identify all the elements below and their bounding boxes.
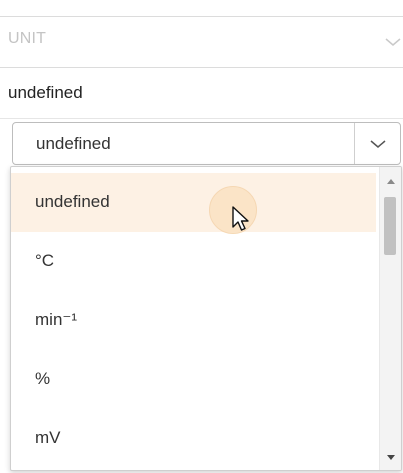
- dropdown-option[interactable]: %: [11, 350, 376, 409]
- current-unit-value: undefined: [8, 83, 83, 102]
- select-divider: [354, 123, 355, 164]
- dropdown-option-label: %: [35, 369, 51, 388]
- unit-dropdown-list: undefined °C min⁻¹ % mV: [10, 166, 402, 471]
- dropdown-scrollbar[interactable]: [379, 167, 401, 470]
- dropdown-option[interactable]: mV: [11, 409, 376, 468]
- dropdown-option[interactable]: undefined: [11, 173, 376, 235]
- current-unit-value-row: undefined: [0, 69, 403, 119]
- dropdown-option-label: °C: [35, 251, 55, 270]
- mouse-pointer-icon: [231, 205, 253, 235]
- dropdown-option[interactable]: °C: [11, 232, 376, 291]
- dropdown-option[interactable]: min⁻¹: [11, 291, 376, 350]
- dropdown-option-label: undefined: [35, 192, 110, 211]
- scrollbar-thumb[interactable]: [384, 197, 396, 255]
- dropdown-option-label: mV: [35, 428, 61, 447]
- chevron-down-icon[interactable]: [368, 134, 388, 154]
- dropdown-option-label: min⁻¹: [35, 310, 78, 329]
- unit-select-value: undefined: [36, 134, 111, 153]
- unit-field-header[interactable]: UNIT: [0, 16, 403, 68]
- unit-select-panel: UNIT undefined undefined undefined °C mi…: [0, 0, 403, 473]
- chevron-down-icon[interactable]: [383, 32, 403, 52]
- scroll-up-arrow-icon[interactable]: [385, 175, 397, 187]
- unit-field-label: UNIT: [8, 30, 47, 47]
- scroll-down-arrow-icon[interactable]: [385, 450, 397, 462]
- unit-select[interactable]: undefined: [12, 122, 401, 165]
